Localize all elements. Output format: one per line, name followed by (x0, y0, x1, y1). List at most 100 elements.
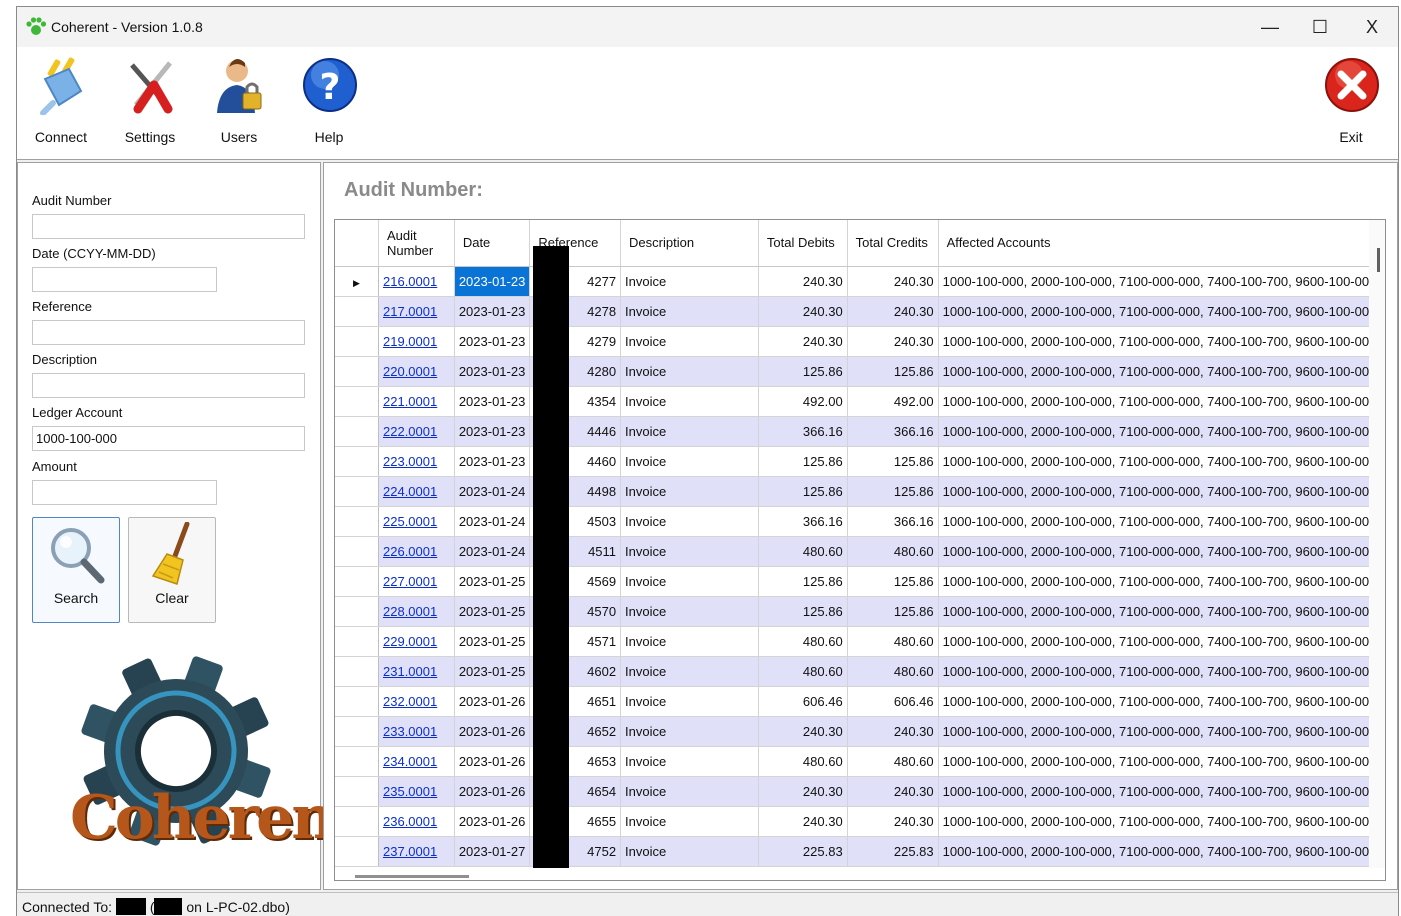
total-debits-cell[interactable]: 480.60 (758, 536, 848, 567)
date-cell[interactable]: 2023-01-24 (454, 506, 531, 537)
row-header[interactable] (335, 566, 379, 597)
table-row[interactable]: 217.0001 2023-01-23 4278 Invoice 240.30 240.3… (335, 296, 1385, 327)
row-header[interactable] (335, 446, 379, 477)
audit-number-cell[interactable]: 222.0001 (378, 416, 455, 447)
date-cell[interactable]: 2023-01-26 (454, 746, 531, 777)
row-header[interactable] (335, 416, 379, 447)
affected-accounts-cell[interactable]: 1000-100-000, 2000-100-000, 7100-000-000… (938, 626, 1385, 657)
total-credits-cell[interactable]: 125.86 (847, 476, 939, 507)
audit-number-link[interactable]: 227.0001 (383, 574, 437, 589)
description-input[interactable] (32, 373, 305, 398)
row-header[interactable] (335, 776, 379, 807)
date-cell[interactable]: 2023-01-25 (454, 566, 531, 597)
date-cell[interactable]: 2023-01-23 (454, 416, 531, 447)
date-cell[interactable]: 2023-01-27 (454, 836, 531, 867)
description-cell[interactable]: Invoice (620, 686, 759, 717)
audit-number-cell[interactable]: 220.0001 (378, 356, 455, 387)
horizontal-scroll-thumb[interactable] (355, 875, 469, 878)
total-debits-cell[interactable]: 125.86 (758, 596, 848, 627)
date-cell[interactable]: 2023-01-25 (454, 596, 531, 627)
date-cell[interactable]: 2023-01-26 (454, 686, 531, 717)
audit-number-link[interactable]: 237.0001 (383, 844, 437, 859)
audit-number-cell[interactable]: 234.0001 (378, 746, 455, 777)
description-cell[interactable]: Invoice (620, 536, 759, 567)
affected-accounts-cell[interactable]: 1000-100-000, 2000-100-000, 7100-000-000… (938, 536, 1385, 567)
clear-button[interactable]: Clear (128, 517, 216, 623)
affected-accounts-cell[interactable]: 1000-100-000, 2000-100-000, 7100-000-000… (938, 686, 1385, 717)
table-row[interactable]: ▶ 216.0001 2023-01-23 4277 Invoice 240.30 240.… (335, 266, 1385, 297)
affected-accounts-cell[interactable]: 1000-100-000, 2000-100-000, 7100-000-000… (938, 596, 1385, 627)
table-row[interactable]: 235.0001 2023-01-26 4654 Invoice 240.30 240.3… (335, 776, 1385, 807)
amount-input[interactable] (32, 480, 217, 505)
col-total-debits[interactable]: Total Debits (758, 220, 848, 267)
close-window-button[interactable]: X (1347, 7, 1397, 47)
total-credits-cell[interactable]: 480.60 (847, 536, 939, 567)
affected-accounts-cell[interactable]: 1000-100-000, 2000-100-000, 7100-000-000… (938, 296, 1385, 327)
affected-accounts-cell[interactable]: 1000-100-000, 2000-100-000, 7100-000-000… (938, 386, 1385, 417)
affected-accounts-cell[interactable]: 1000-100-000, 2000-100-000, 7100-000-000… (938, 716, 1385, 747)
audit-number-cell[interactable]: 235.0001 (378, 776, 455, 807)
vertical-scrollbar[interactable] (1369, 220, 1385, 880)
total-credits-cell[interactable]: 366.16 (847, 416, 939, 447)
description-cell[interactable]: Invoice (620, 476, 759, 507)
horizontal-scrollbar[interactable] (335, 868, 1385, 880)
audit-number-cell[interactable]: 219.0001 (378, 326, 455, 357)
total-credits-cell[interactable]: 492.00 (847, 386, 939, 417)
total-debits-cell[interactable]: 606.46 (758, 686, 848, 717)
description-cell[interactable]: Invoice (620, 386, 759, 417)
affected-accounts-cell[interactable]: 1000-100-000, 2000-100-000, 7100-000-000… (938, 416, 1385, 447)
total-credits-cell[interactable]: 240.30 (847, 296, 939, 327)
total-debits-cell[interactable]: 366.16 (758, 416, 848, 447)
affected-accounts-cell[interactable]: 1000-100-000, 2000-100-000, 7100-000-000… (938, 746, 1385, 777)
description-cell[interactable]: Invoice (620, 626, 759, 657)
table-row[interactable]: 224.0001 2023-01-24 4498 Invoice 125.86 125.8… (335, 476, 1385, 507)
table-row[interactable]: 219.0001 2023-01-23 4279 Invoice 240.30 240.3… (335, 326, 1385, 357)
row-header[interactable] (335, 596, 379, 627)
audit-number-link[interactable]: 223.0001 (383, 454, 437, 469)
row-header[interactable] (335, 536, 379, 567)
audit-number-cell[interactable]: 227.0001 (378, 566, 455, 597)
affected-accounts-cell[interactable]: 1000-100-000, 2000-100-000, 7100-000-000… (938, 776, 1385, 807)
description-cell[interactable]: Invoice (620, 716, 759, 747)
table-row[interactable]: 225.0001 2023-01-24 4503 Invoice 366.16 366.1… (335, 506, 1385, 537)
affected-accounts-cell[interactable]: 1000-100-000, 2000-100-000, 7100-000-000… (938, 356, 1385, 387)
audit-number-link[interactable]: 224.0001 (383, 484, 437, 499)
affected-accounts-cell[interactable]: 1000-100-000, 2000-100-000, 7100-000-000… (938, 506, 1385, 537)
table-row[interactable]: 221.0001 2023-01-23 4354 Invoice 492.00 492.0… (335, 386, 1385, 417)
total-debits-cell[interactable]: 240.30 (758, 326, 848, 357)
audit-number-link[interactable]: 216.0001 (383, 274, 437, 289)
total-credits-cell[interactable]: 240.30 (847, 806, 939, 837)
table-row[interactable]: 229.0001 2023-01-25 4571 Invoice 480.60 480.6… (335, 626, 1385, 657)
table-row[interactable]: 236.0001 2023-01-26 4655 Invoice 240.30 240.3… (335, 806, 1385, 837)
col-audit-number[interactable]: Audit Number (378, 220, 455, 267)
audit-number-cell[interactable]: 225.0001 (378, 506, 455, 537)
description-cell[interactable]: Invoice (620, 806, 759, 837)
audit-number-cell[interactable]: 229.0001 (378, 626, 455, 657)
row-header[interactable] (335, 476, 379, 507)
audit-number-cell[interactable]: 216.0001 (378, 266, 455, 297)
total-debits-cell[interactable]: 366.16 (758, 506, 848, 537)
audit-number-cell[interactable]: 223.0001 (378, 446, 455, 477)
audit-number-input[interactable] (32, 214, 305, 239)
ledger-account-input[interactable] (32, 426, 305, 451)
total-credits-cell[interactable]: 480.60 (847, 656, 939, 687)
date-cell[interactable]: 2023-01-26 (454, 806, 531, 837)
date-cell[interactable]: 2023-01-26 (454, 776, 531, 807)
description-cell[interactable]: Invoice (620, 776, 759, 807)
col-affected-accounts[interactable]: Affected Accounts (938, 220, 1385, 267)
row-header[interactable] (335, 746, 379, 777)
total-credits-cell[interactable]: 240.30 (847, 776, 939, 807)
audit-number-link[interactable]: 229.0001 (383, 634, 437, 649)
audit-number-cell[interactable]: 233.0001 (378, 716, 455, 747)
search-button[interactable]: Search (32, 517, 120, 623)
table-row[interactable]: 226.0001 2023-01-24 4511 Invoice 480.60 480.6… (335, 536, 1385, 567)
description-cell[interactable]: Invoice (620, 746, 759, 777)
date-cell[interactable]: 2023-01-23 (454, 296, 531, 327)
row-header[interactable]: ▶ (335, 266, 379, 297)
col-date[interactable]: Date (454, 220, 531, 267)
total-debits-cell[interactable]: 240.30 (758, 716, 848, 747)
description-cell[interactable]: Invoice (620, 326, 759, 357)
row-header[interactable] (335, 326, 379, 357)
minimize-button[interactable]: — (1245, 7, 1295, 47)
row-header[interactable] (335, 296, 379, 327)
